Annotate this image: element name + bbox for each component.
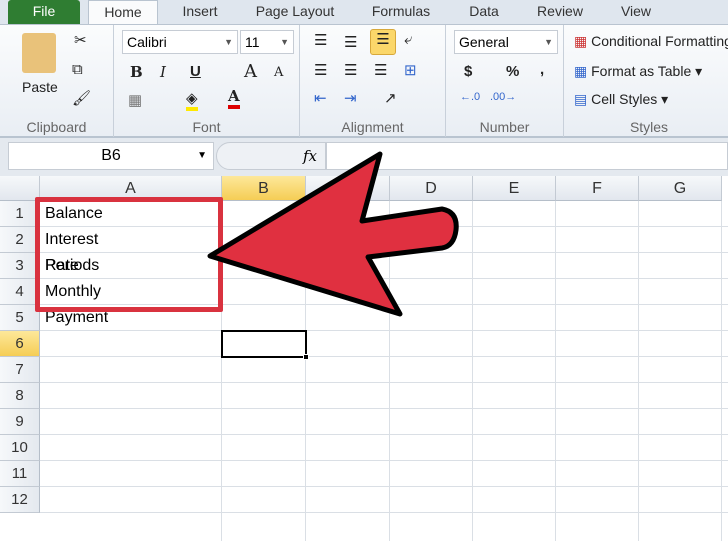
arrow-icon bbox=[207, 151, 459, 317]
arrow-annotation bbox=[207, 151, 459, 317]
